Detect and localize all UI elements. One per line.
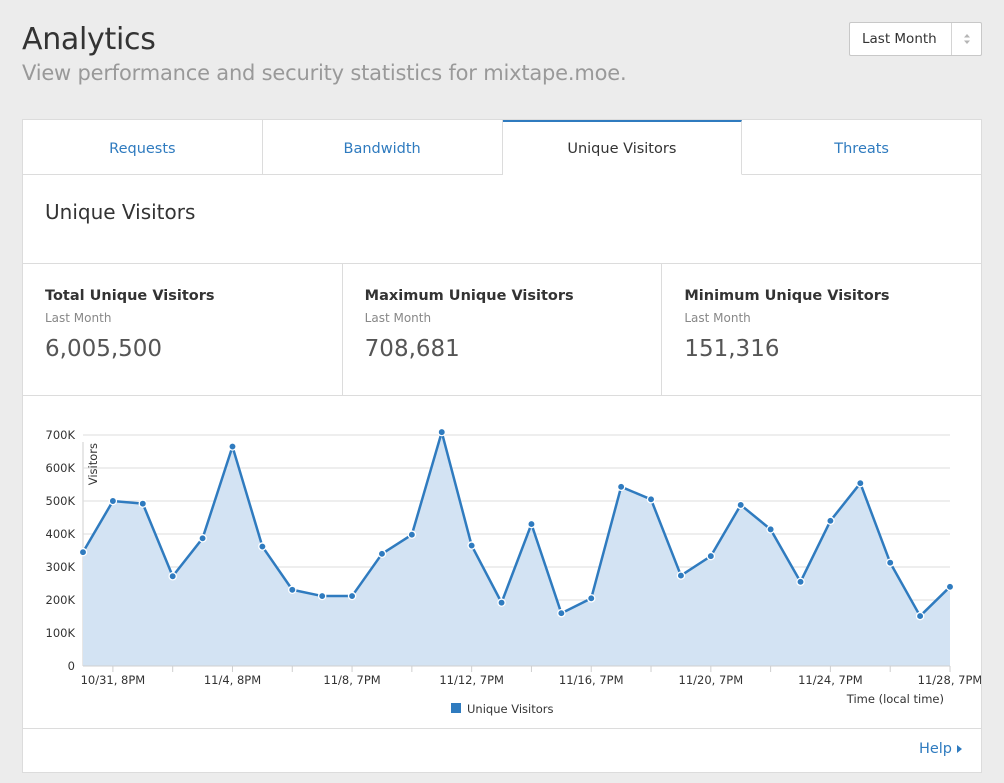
- stat-value: 6,005,500: [45, 336, 163, 362]
- x-tick-label: 10/31, 8PM: [81, 673, 146, 687]
- stat-period: Last Month: [45, 311, 112, 325]
- data-point: [915, 611, 925, 621]
- legend-label: Unique Visitors: [467, 702, 553, 716]
- section-title: Unique Visitors: [45, 200, 196, 224]
- stat-total: Total Unique Visitors Last Month 6,005,5…: [23, 264, 343, 395]
- page-subtitle: View performance and security statistics…: [22, 61, 627, 85]
- x-tick-label: 11/4, 8PM: [204, 673, 261, 687]
- data-point: [557, 608, 566, 618]
- data-point: [796, 577, 805, 587]
- data-point: [527, 519, 536, 529]
- y-tick-label: 700K: [46, 428, 76, 442]
- stat-label: Minimum Unique Visitors: [684, 288, 890, 304]
- data-point: [108, 496, 118, 506]
- data-point: [945, 582, 955, 592]
- data-point: [646, 495, 656, 504]
- period-select[interactable]: Last Month: [849, 22, 982, 56]
- tab-unique-visitors[interactable]: Unique Visitors: [502, 120, 743, 175]
- data-point: [138, 499, 148, 508]
- data-point: [288, 585, 297, 595]
- stat-value: 151,316: [684, 336, 780, 362]
- help-label: Help: [918, 741, 952, 757]
- data-point: [736, 500, 745, 510]
- data-point: [616, 482, 626, 492]
- x-tick-label: 11/28, 7PM: [918, 673, 981, 687]
- page-title: Analytics: [22, 22, 156, 57]
- y-tick-label: 600K: [46, 461, 76, 475]
- analytics-card: Requests Bandwidth Unique Visitors Threa…: [22, 119, 982, 773]
- data-point: [586, 594, 596, 603]
- stat-period: Last Month: [684, 311, 751, 325]
- y-axis-label: Visitors: [86, 443, 100, 485]
- stat-maximum: Maximum Unique Visitors Last Month 708,6…: [343, 264, 663, 395]
- data-point: [766, 525, 775, 534]
- x-tick-label: 11/24, 7PM: [798, 673, 863, 687]
- visitors-chart: 0 100K 200K 300K 400K 500K 600K 700K 10/31, 8PM 1…: [23, 396, 981, 728]
- caret-right-icon: [957, 741, 962, 757]
- stat-label: Total Unique Visitors: [45, 288, 215, 304]
- stat-minimum: Minimum Unique Visitors Last Month 151,3…: [662, 264, 981, 395]
- data-point: [856, 478, 865, 488]
- period-select-value: Last Month: [862, 31, 937, 47]
- card-footer: Help: [23, 728, 981, 773]
- tab-bandwidth[interactable]: Bandwidth: [262, 120, 503, 175]
- x-tick-label: 11/8, 7PM: [323, 673, 380, 687]
- data-point: [497, 598, 506, 607]
- data-point: [437, 427, 447, 437]
- y-tick-label: 400K: [46, 527, 76, 541]
- y-tick-label: 500K: [46, 494, 76, 508]
- y-tick-label: 100K: [46, 626, 76, 640]
- data-point: [317, 591, 327, 601]
- tab-threats[interactable]: Threats: [742, 120, 981, 175]
- data-point: [467, 541, 476, 550]
- visitors-chart-svg: 0 100K 200K 300K 400K 500K 600K 700K 10/31, 8PM 1…: [46, 427, 981, 716]
- tab-bar: Requests Bandwidth Unique Visitors Threa…: [23, 120, 981, 175]
- y-tick-label: 200K: [46, 593, 76, 607]
- data-point: [198, 534, 207, 543]
- data-point: [168, 571, 177, 581]
- data-point: [706, 551, 716, 561]
- data-point: [377, 549, 387, 559]
- stat-period: Last Month: [364, 311, 432, 325]
- stats-row: Total Unique Visitors Last Month 6,005,5…: [23, 263, 981, 396]
- data-point: [347, 591, 357, 601]
- tab-requests[interactable]: Requests: [23, 120, 263, 175]
- data-point: [826, 516, 835, 526]
- data-point: [676, 571, 686, 580]
- x-tick-label: 11/20, 7PM: [679, 673, 744, 687]
- data-point: [228, 442, 237, 451]
- data-point: [407, 530, 417, 539]
- x-tick-label: 11/16, 7PM: [559, 673, 624, 687]
- y-tick-label: 300K: [46, 560, 76, 574]
- stat-value: 708,681: [364, 336, 460, 362]
- data-point: [885, 558, 895, 567]
- up-down-caret-icon: [951, 23, 981, 55]
- x-tick-label: 11/12, 7PM: [439, 673, 504, 687]
- data-point: [258, 542, 267, 551]
- data-point: [78, 547, 88, 557]
- y-tick-label: 0: [68, 659, 75, 673]
- legend-swatch: [451, 703, 461, 713]
- series-area: [83, 432, 950, 666]
- x-axis-label: Time (local time): [846, 692, 944, 706]
- help-link[interactable]: Help: [919, 741, 962, 757]
- stat-label: Maximum Unique Visitors: [364, 288, 574, 304]
